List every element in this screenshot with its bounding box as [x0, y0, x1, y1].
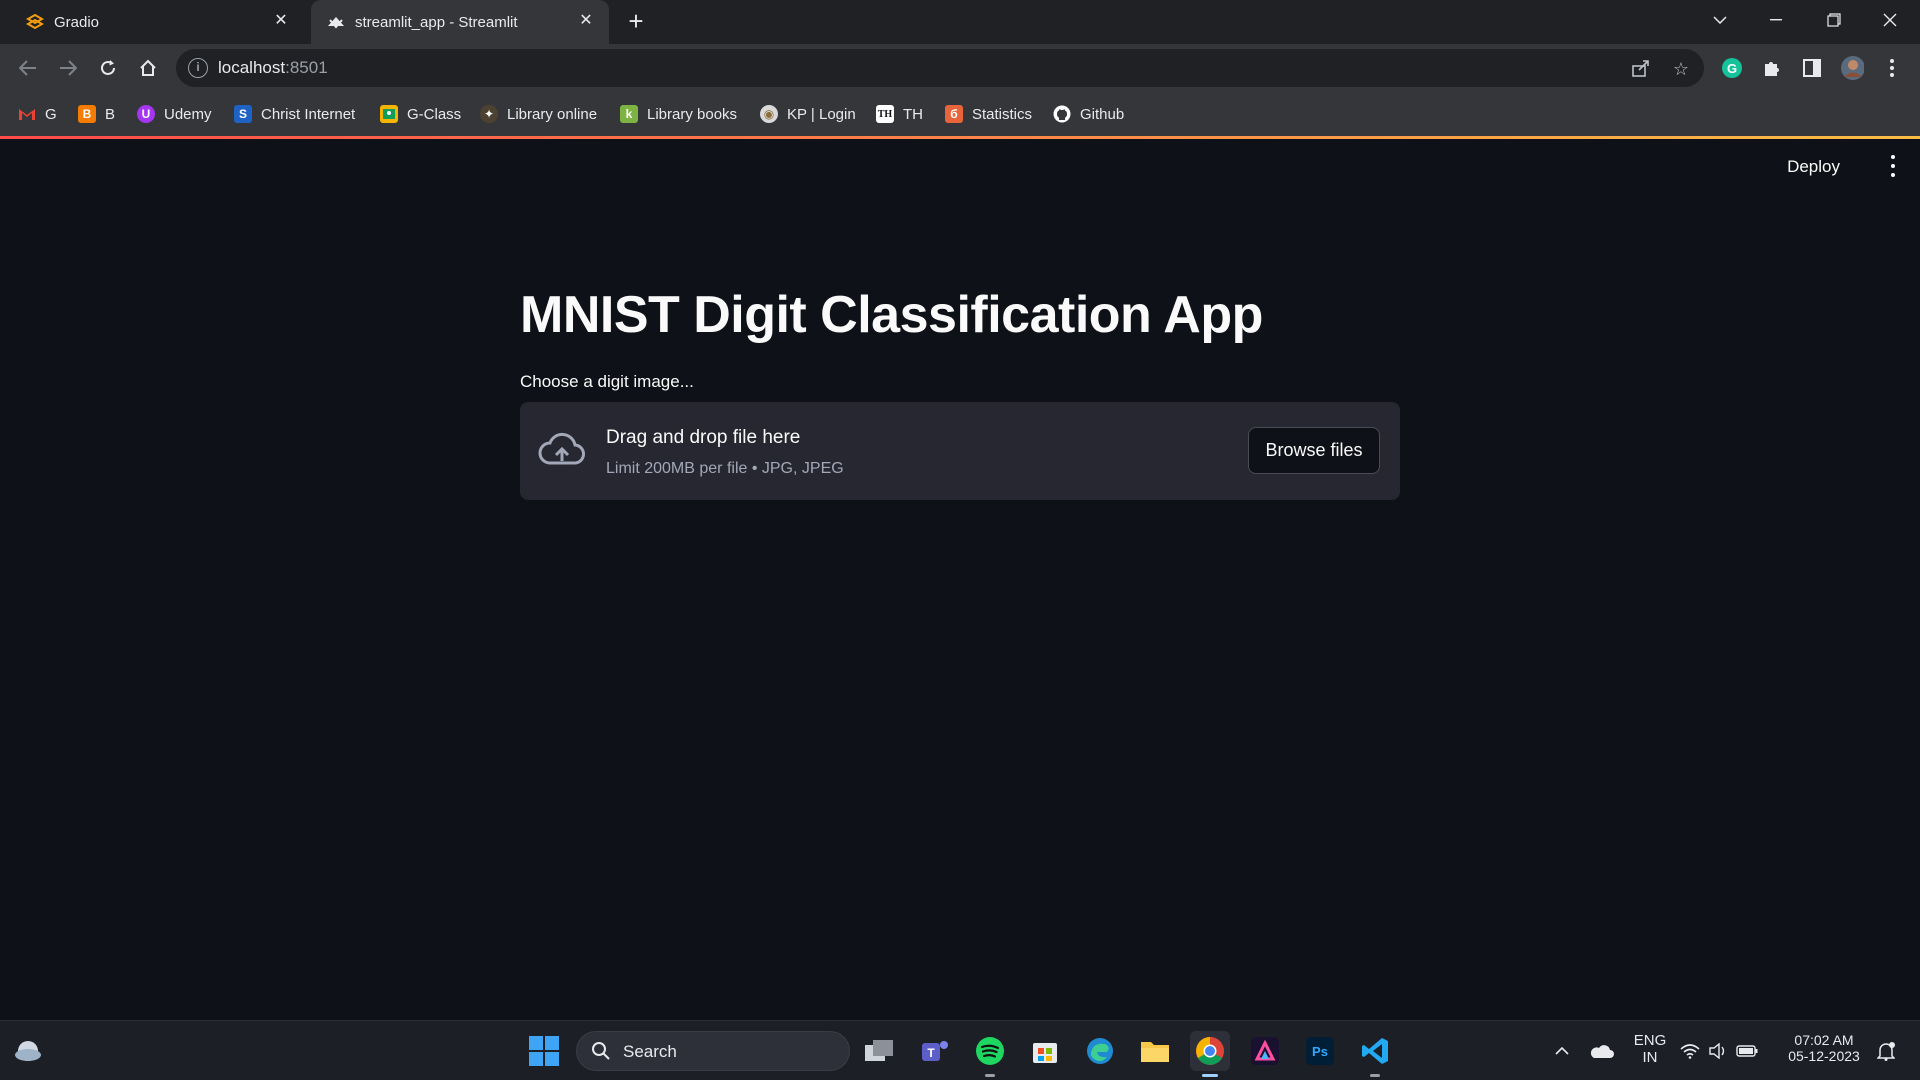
site-info-icon[interactable]: i [188, 58, 208, 78]
show-hidden-icons-chevron[interactable] [1542, 1031, 1582, 1071]
streamlit-icon [325, 11, 347, 33]
tab-streamlit[interactable]: streamlit_app - Streamlit ✕ [311, 0, 609, 44]
minimize-button[interactable] [1748, 0, 1804, 40]
close-tab-icon[interactable]: ✕ [575, 10, 597, 32]
grammarly-icon[interactable]: G [1720, 56, 1744, 80]
bookmark-g-class[interactable]: G-Class [380, 103, 461, 125]
statistics-icon: б [945, 105, 963, 123]
reload-button[interactable] [94, 54, 122, 82]
close-window-button[interactable] [1862, 0, 1918, 40]
extensions-puzzle-icon[interactable] [1760, 56, 1784, 80]
browser-toolbar: i localhost:8501 ☆ G [0, 44, 1920, 92]
spotify-icon[interactable] [970, 1031, 1010, 1077]
volume-icon[interactable] [1706, 1031, 1730, 1071]
bookmark-kp-login[interactable]: ◉ KP | Login [760, 103, 856, 125]
taskbar-search[interactable]: Search [576, 1031, 850, 1071]
file-uploader-label: Choose a digit image... [520, 372, 694, 391]
bookmarks-bar: G B B U Udemy S Christ Internet G-Class … [0, 92, 1920, 136]
page-title: MNIST Digit Classification App [520, 286, 1263, 344]
profile-avatar[interactable] [1840, 56, 1864, 80]
side-panel-icon[interactable] [1800, 56, 1824, 80]
main-menu-icon[interactable] [1888, 155, 1898, 177]
bookmark-statistics[interactable]: б Statistics [945, 103, 1032, 125]
bookmark-github[interactable]: Github [1053, 103, 1124, 125]
close-tab-icon[interactable]: ✕ [270, 10, 292, 32]
cloud-upload-icon [538, 431, 586, 471]
bookmark-christ-internet[interactable]: S Christ Internet [234, 103, 355, 125]
classroom-icon [380, 105, 398, 123]
affinity-icon[interactable] [1245, 1031, 1285, 1071]
bookmark-udemy[interactable]: U Udemy [137, 103, 212, 125]
dropzone-title: Drag and drop file here [606, 427, 801, 448]
battery-icon[interactable] [1734, 1031, 1760, 1071]
task-view-icon[interactable] [860, 1031, 900, 1071]
share-icon[interactable] [1630, 58, 1652, 80]
tab-title: Gradio [54, 13, 100, 31]
wifi-icon[interactable] [1678, 1031, 1702, 1071]
tab-search-icon[interactable] [1692, 0, 1748, 40]
koha-icon: k [620, 105, 638, 123]
bookmark-library-online[interactable]: ✦ Library online [480, 103, 597, 125]
chrome-icon[interactable] [1190, 1031, 1230, 1077]
github-icon [1053, 105, 1071, 123]
bookmark-library-books[interactable]: k Library books [620, 103, 737, 125]
library-icon: ✦ [480, 105, 498, 123]
windows-taskbar: Search T Ps ENG IN 07:02 AM 05-12-2023 [0, 1020, 1920, 1080]
vscode-icon[interactable] [1355, 1031, 1395, 1077]
bookmark-th[interactable]: TH TH [876, 103, 923, 125]
windows-start-icon[interactable] [524, 1031, 564, 1071]
streamlit-app: Deploy MNIST Digit Classification App Ch… [0, 139, 1920, 1020]
language-indicator[interactable]: ENG IN [1628, 1032, 1672, 1066]
browser-tabstrip: Gradio ✕ streamlit_app - Streamlit ✕ + [0, 0, 1920, 44]
bookmark-gmail[interactable]: G [18, 103, 57, 125]
url-text: localhost:8501 [218, 58, 328, 77]
chrome-menu-icon[interactable] [1880, 56, 1904, 80]
home-button[interactable] [134, 54, 162, 82]
browse-files-button[interactable]: Browse files [1248, 427, 1380, 474]
gmail-icon [18, 105, 36, 123]
file-dropzone[interactable]: Drag and drop file here Limit 200MB per … [520, 402, 1400, 500]
svg-text:Ps: Ps [1312, 1044, 1328, 1059]
christ-icon: S [234, 105, 252, 123]
gradio-icon [24, 11, 46, 33]
clock[interactable]: 07:02 AM 05-12-2023 [1778, 1032, 1870, 1064]
svg-text:T: T [927, 1046, 935, 1060]
back-button[interactable] [14, 54, 42, 82]
search-icon [592, 1042, 610, 1060]
tab-title: streamlit_app - Streamlit [355, 13, 518, 31]
microsoft-store-icon[interactable] [1025, 1031, 1065, 1071]
edge-icon[interactable] [1080, 1031, 1120, 1071]
th-icon: TH [876, 105, 894, 123]
forward-button[interactable] [54, 54, 82, 82]
kp-icon: ◉ [760, 105, 778, 123]
teams-icon[interactable]: T [915, 1031, 955, 1071]
notification-bell-icon[interactable] [1874, 1031, 1898, 1071]
tab-gradio[interactable]: Gradio ✕ [12, 0, 304, 44]
deploy-button[interactable]: Deploy [1787, 157, 1840, 177]
svg-text:G: G [1727, 61, 1737, 76]
bookmark-blogger[interactable]: B B [78, 103, 115, 125]
file-explorer-icon[interactable] [1135, 1031, 1175, 1071]
bookmark-star-icon[interactable]: ☆ [1670, 58, 1692, 80]
restore-button[interactable] [1806, 0, 1862, 40]
onedrive-icon[interactable] [1582, 1031, 1622, 1071]
address-bar[interactable]: i localhost:8501 ☆ [176, 49, 1704, 87]
dropzone-limit-text: Limit 200MB per file • JPG, JPEG [606, 460, 844, 477]
new-tab-button[interactable]: + [622, 8, 650, 36]
blogger-icon: B [78, 105, 96, 123]
udemy-icon: U [137, 105, 155, 123]
weather-icon[interactable] [8, 1031, 48, 1071]
photoshop-icon[interactable]: Ps [1300, 1031, 1340, 1071]
